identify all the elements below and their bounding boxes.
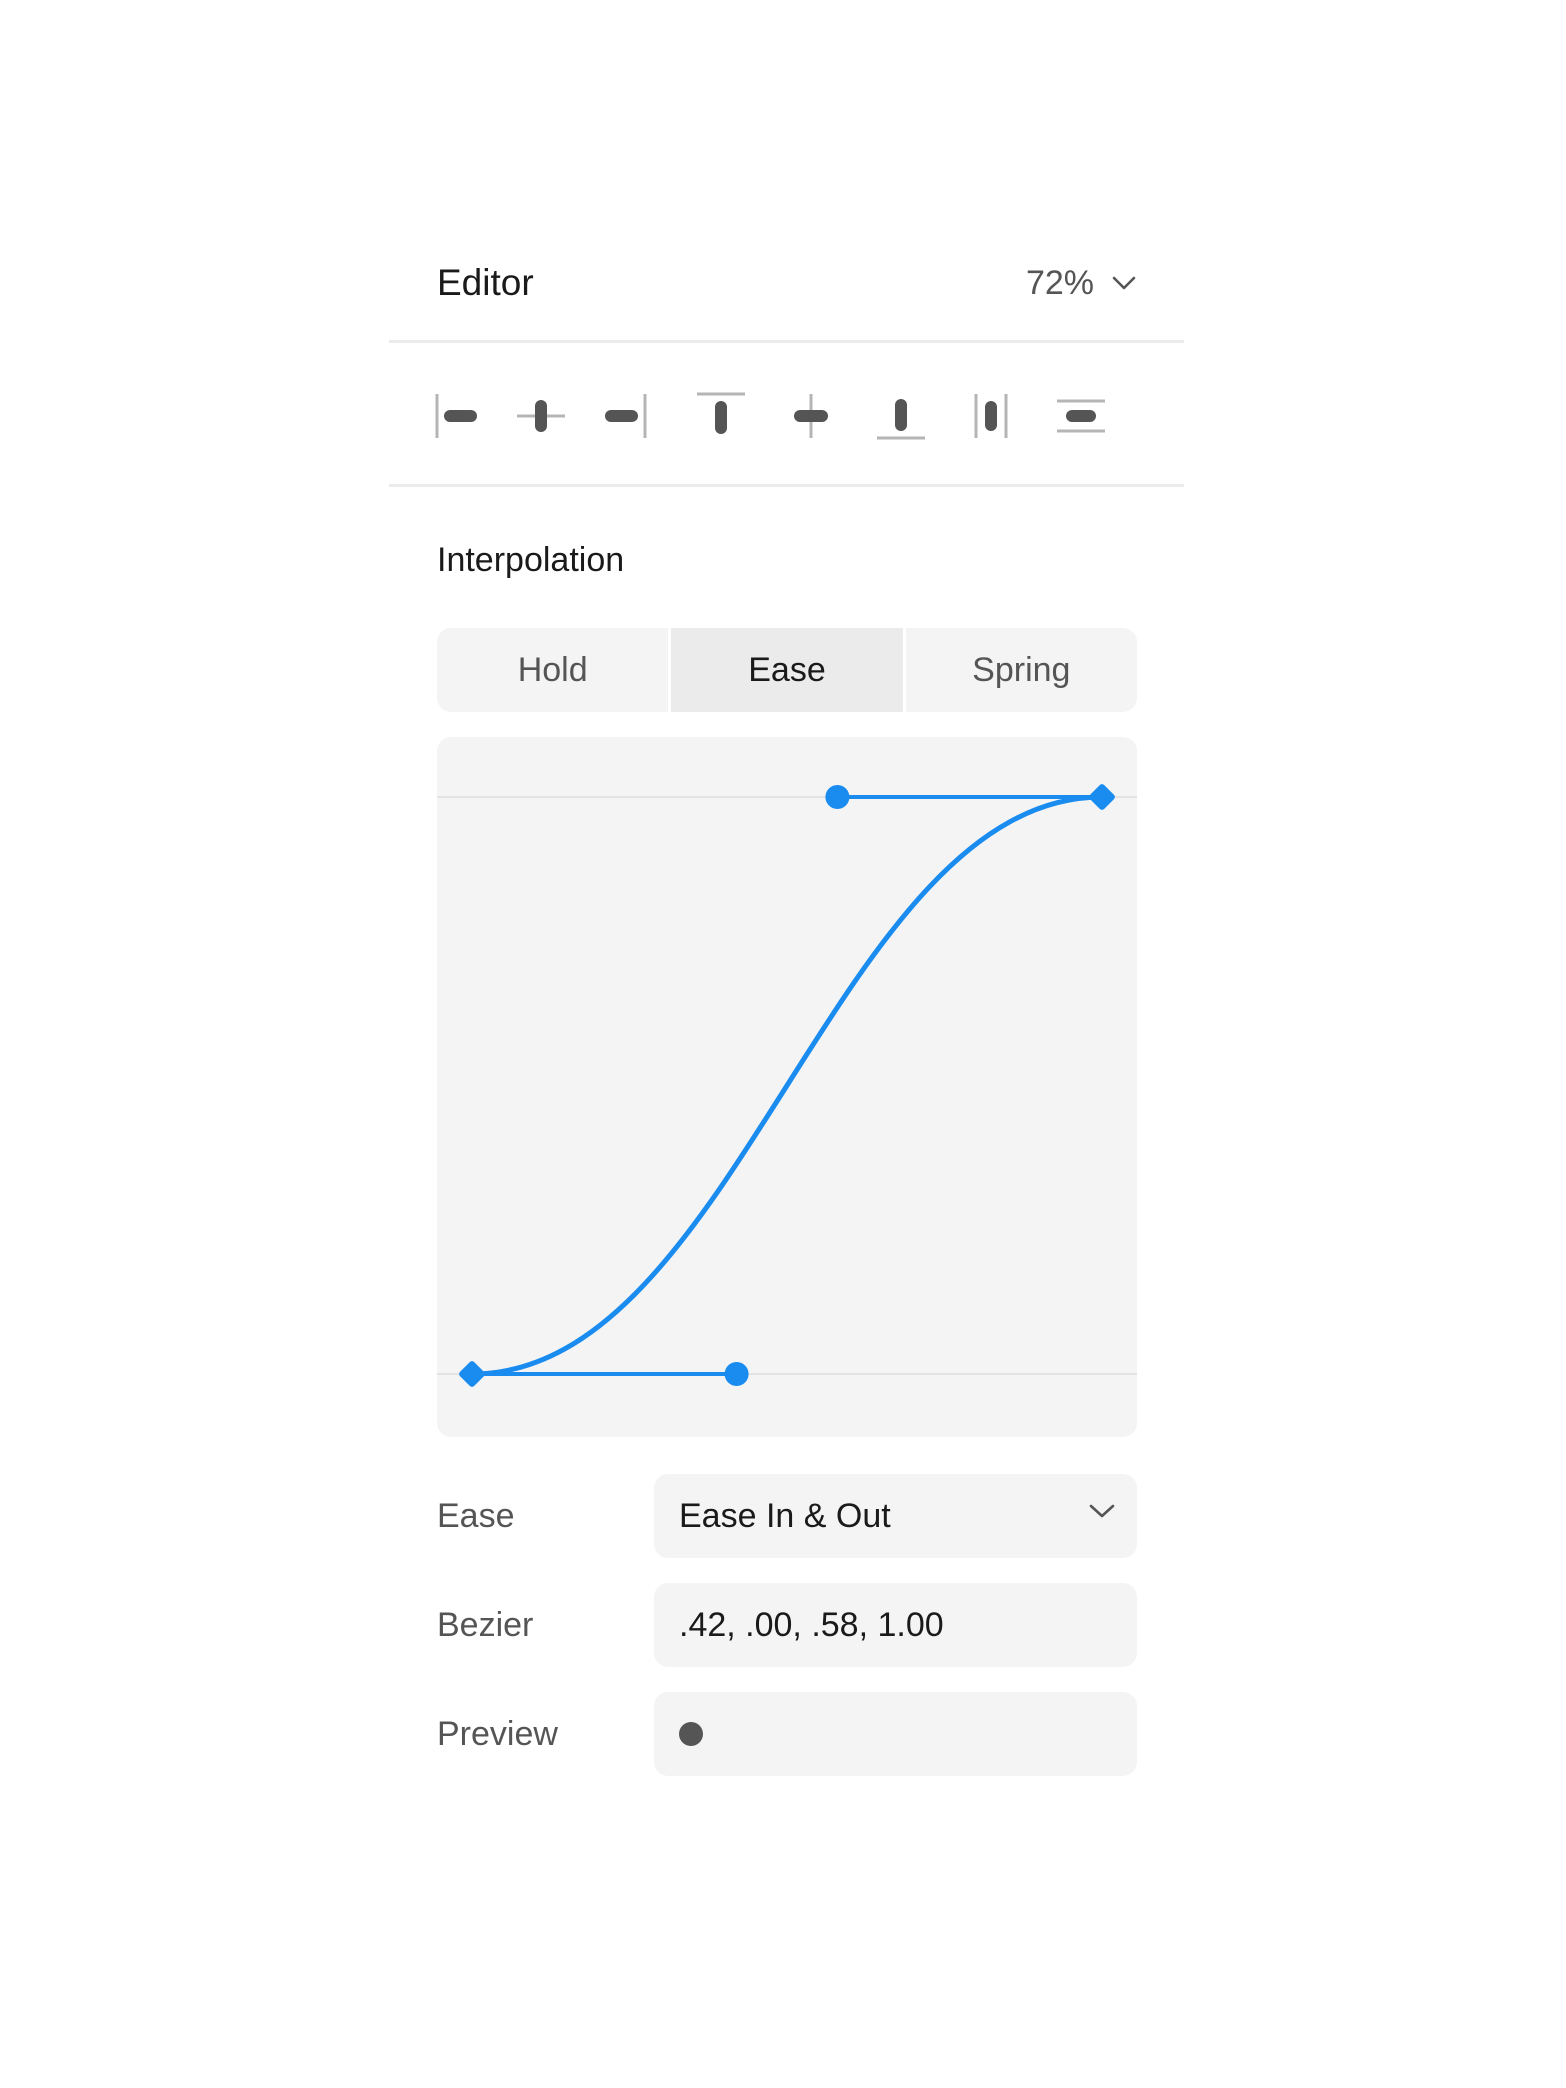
start-control-handle[interactable]: [724, 1362, 749, 1386]
align-horizontal-center-icon: [517, 400, 565, 432]
align-toolbar: [389, 343, 1184, 485]
preview-label: Preview: [437, 1715, 558, 1753]
segment-ease[interactable]: Ease: [668, 628, 903, 712]
panel-title: Editor: [437, 262, 534, 303]
align-left-button[interactable]: [416, 381, 486, 451]
preview-row: Preview: [437, 1692, 1137, 1776]
interpolation-title: Interpolation: [437, 541, 625, 579]
distribute-horizontal-button[interactable]: [956, 381, 1026, 451]
align-bottom-button[interactable]: [866, 381, 936, 451]
distribute-vertical-icon: [1057, 399, 1105, 433]
align-top-icon: [697, 392, 745, 434]
preview-dot: [679, 1722, 703, 1746]
zoom-value: 72%: [1025, 263, 1094, 302]
bezier-field[interactable]: [654, 1583, 1137, 1667]
align-bottom-icon: [877, 399, 925, 440]
bezier-curve-editor[interactable]: [437, 737, 1137, 1437]
distribute-vertical-button[interactable]: [1046, 381, 1116, 451]
ease-curve: [469, 794, 1105, 1377]
segment-spring[interactable]: Spring: [902, 628, 1137, 712]
distribute-horizontal-icon: [974, 394, 1008, 438]
bezier-row: Bezier: [437, 1583, 1137, 1667]
align-horizontal-center-button[interactable]: [506, 381, 576, 451]
ease-label: Ease: [437, 1497, 515, 1535]
ease-select[interactable]: Ease In & Out: [654, 1474, 1137, 1558]
align-right-icon: [605, 394, 647, 438]
chevron-down-icon: [1089, 1504, 1115, 1518]
curve-canvas: [437, 783, 1137, 1388]
align-top-button[interactable]: [686, 381, 756, 451]
segment-hold[interactable]: Hold: [437, 628, 668, 712]
end-control-handle[interactable]: [825, 785, 850, 809]
preview-field[interactable]: [654, 1692, 1137, 1776]
end-keyframe[interactable]: [1088, 783, 1116, 811]
zoom-dropdown[interactable]: 72%: [1026, 248, 1136, 318]
align-right-button[interactable]: [596, 381, 666, 451]
ease-row: Ease Ease In & Out: [437, 1474, 1137, 1558]
start-keyframe[interactable]: [458, 1360, 486, 1388]
interpolation-segmented-control: Hold Ease Spring: [437, 628, 1137, 712]
ease-value: Ease In & Out: [679, 1496, 891, 1535]
align-vertical-center-icon: [794, 394, 828, 438]
divider: [389, 484, 1184, 487]
chevron-down-icon: [1112, 276, 1136, 290]
bezier-label: Bezier: [437, 1606, 534, 1644]
align-vertical-center-button[interactable]: [776, 381, 846, 451]
align-left-icon: [435, 394, 477, 438]
bezier-input[interactable]: [679, 1605, 1099, 1645]
editor-header: Editor 72%: [389, 200, 1184, 341]
